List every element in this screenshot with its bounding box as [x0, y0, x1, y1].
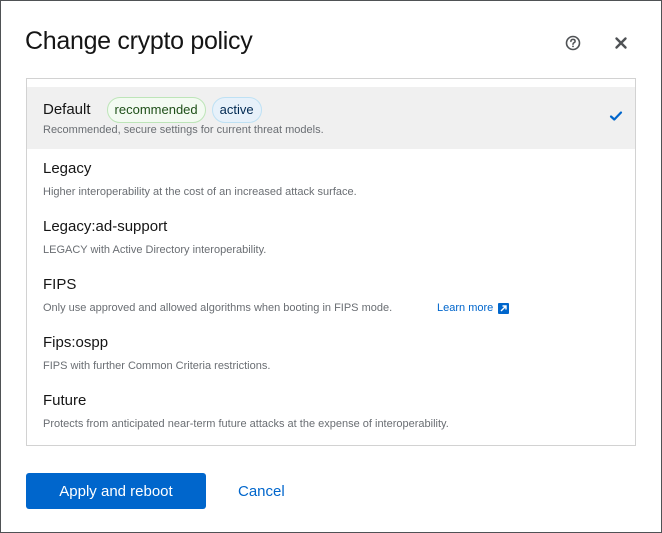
help-circle-icon — [565, 35, 581, 51]
policy-option-legacy-ad-support[interactable]: Legacy:ad-support LEGACY with Active Dir… — [27, 207, 635, 269]
external-link-icon — [498, 302, 510, 314]
change-crypto-policy-dialog: Change crypto policy Default recommended… — [0, 0, 662, 533]
policy-name: Fips:ospp — [43, 334, 109, 351]
policy-description: LEGACY with Active Directory interoperab… — [43, 244, 267, 256]
check-icon — [609, 111, 623, 121]
policy-description: Recommended, secure settings for current… — [43, 124, 324, 136]
close-icon — [615, 37, 627, 49]
learn-more-label: Learn more — [437, 302, 494, 314]
learn-more-link[interactable]: Learn more — [437, 301, 510, 315]
active-badge: active — [211, 97, 262, 123]
policy-description: FIPS with further Common Criteria restri… — [43, 360, 271, 372]
close-button[interactable] — [612, 34, 630, 52]
policy-name: Future — [43, 392, 87, 409]
policy-list: Default recommended active Recommended, … — [26, 78, 636, 446]
policy-name: Legacy — [43, 160, 92, 177]
policy-name: Default — [43, 101, 91, 118]
policy-option-future[interactable]: Future Protects from anticipated near-te… — [27, 381, 635, 443]
dialog-title: Change crypto policy — [25, 27, 253, 55]
policy-option-fips[interactable]: FIPS Only use approved and allowed algor… — [27, 265, 635, 327]
cancel-button[interactable]: Cancel — [223, 473, 300, 509]
recommended-badge: recommended — [106, 97, 206, 123]
policy-description: Higher interoperability at the cost of a… — [43, 186, 357, 198]
policy-option-default[interactable]: Default recommended active Recommended, … — [27, 87, 635, 149]
policy-option-legacy[interactable]: Legacy Higher interoperability at the co… — [27, 149, 635, 211]
apply-and-reboot-button[interactable]: Apply and reboot — [26, 473, 206, 509]
policy-option-fips-ospp[interactable]: Fips:ospp FIPS with further Common Crite… — [27, 323, 635, 385]
policy-name: FIPS — [43, 276, 77, 293]
policy-name: Legacy:ad-support — [43, 218, 168, 235]
help-button[interactable] — [564, 34, 582, 52]
policy-description: Only use approved and allowed algorithms… — [43, 302, 393, 314]
policy-description: Protects from anticipated near-term futu… — [43, 418, 449, 430]
